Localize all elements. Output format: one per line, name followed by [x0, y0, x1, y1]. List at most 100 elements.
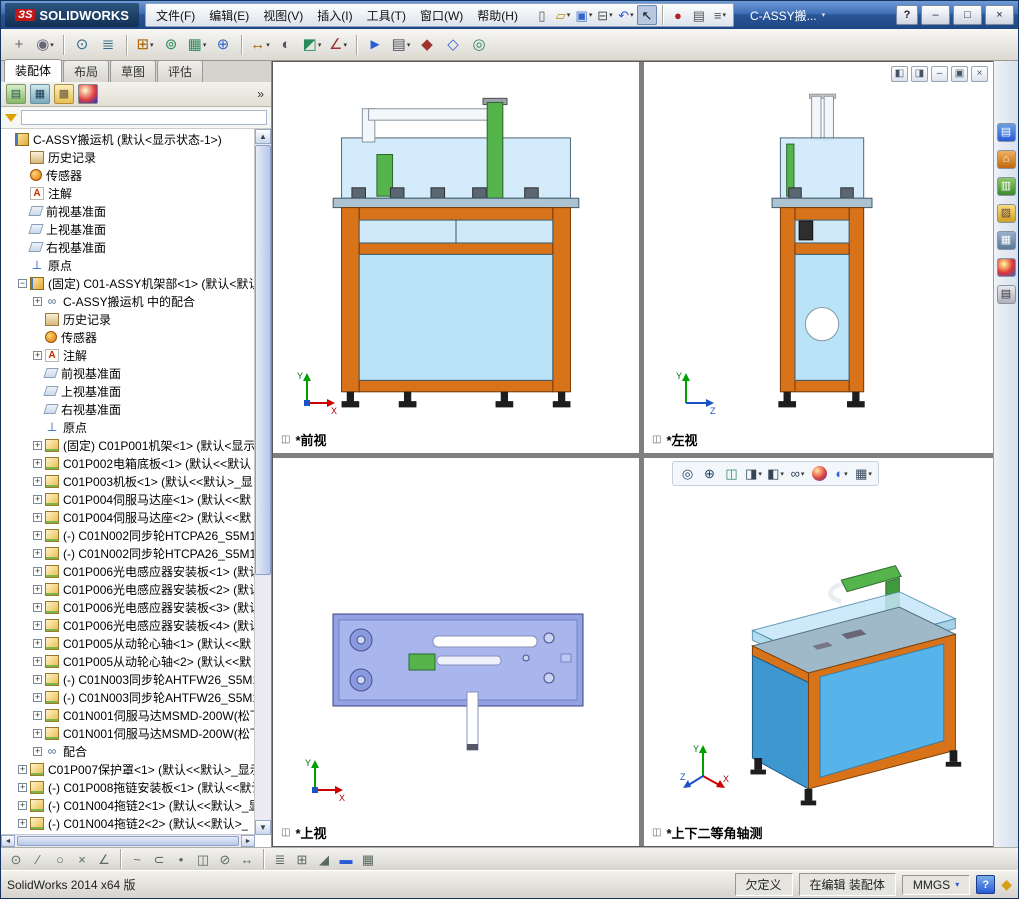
tree-item[interactable]: + (-) C01N004拖链2<1> (默认<<默认>_显 [1, 796, 255, 814]
tree-expander-icon[interactable]: + [33, 710, 42, 720]
mirror-entities-icon[interactable]: ◫ [193, 849, 213, 869]
tree-item[interactable]: + A 注解 [1, 346, 255, 364]
commandmanager-tab[interactable]: 布局 [63, 60, 110, 82]
scroll-left-icon[interactable]: ◄ [1, 835, 15, 847]
menu-item[interactable]: 工具(T) [360, 7, 413, 24]
tree-item[interactable]: A 注解 [1, 184, 255, 202]
commandmanager-tab[interactable]: 装配体 [4, 59, 63, 82]
tree-item[interactable]: 前视基准面 [1, 364, 255, 382]
file-explorer-icon[interactable]: ▨ [996, 204, 1016, 223]
tree-item[interactable]: + C01P003机板<1> (默认<<默认>_显 [1, 472, 255, 490]
scroll-thumb[interactable] [255, 145, 271, 575]
minimize-button[interactable]: – [921, 5, 950, 25]
tree-item[interactable]: 上视基准面 [1, 220, 255, 238]
line-tool-icon[interactable]: ∕ [28, 849, 48, 869]
menu-item[interactable]: 帮助(H) [470, 7, 525, 24]
move-component-icon[interactable]: ↔ ▾ [248, 33, 272, 57]
options-icon[interactable]: ≡ ▾ [710, 5, 730, 25]
rectangle-tool-icon[interactable]: ▬ [336, 849, 356, 869]
tree-item[interactable]: + (-) C01N002同步轮HTCPA26_S5M150_ [1, 526, 255, 544]
tree-expander-icon[interactable]: + [33, 674, 42, 684]
tree-item[interactable]: C-ASSY搬运机 (默认<显示状态-1>) [1, 130, 255, 148]
tree-item[interactable]: + ∞ C-ASSY搬运机 中的配合 [1, 292, 255, 310]
tree-expander-icon[interactable]: + [33, 584, 42, 594]
solidworks-resources-icon[interactable]: ▤ [996, 123, 1016, 142]
tree-expander-icon[interactable]: + [33, 746, 42, 756]
tree-item[interactable]: 上视基准面 [1, 382, 255, 400]
design-table-icon[interactable]: ▦ [358, 849, 378, 869]
tree-item[interactable]: + C01P002电箱底板<1> (默认<<默认 [1, 454, 255, 472]
tree-horizontal-scrollbar[interactable]: ◄ ► [1, 834, 255, 847]
viewport-split-icon[interactable]: ◨ [911, 66, 928, 82]
tree-item[interactable]: + C01P007保护罩<1> (默认<<默认>_显示 [1, 760, 255, 778]
tree-item[interactable]: 前视基准面 [1, 202, 255, 220]
tree-expander-icon[interactable]: + [33, 728, 42, 738]
tree-expander-icon[interactable]: + [33, 494, 42, 504]
menu-item[interactable]: 插入(I) [310, 7, 359, 24]
chevron-down-icon[interactable]: ▾ [822, 11, 826, 19]
tree-item[interactable]: + C01P005从动轮心轴<1> (默认<<默 [1, 634, 255, 652]
hide-show-items-icon[interactable]: ∞ ▾ [788, 464, 807, 483]
tree-vertical-scrollbar[interactable]: ▲ ▼ [254, 129, 271, 835]
display-manager-icon[interactable] [78, 84, 98, 104]
attachments-icon[interactable]: ⊙ [70, 33, 94, 57]
tree-item[interactable]: 传感器 [1, 328, 255, 346]
grid-snap-icon[interactable]: ⊞ [292, 849, 312, 869]
tree-item[interactable]: + C01P006光电感应器安装板<4> (默认 [1, 616, 255, 634]
undo-icon[interactable]: ↶ ▾ [616, 5, 636, 25]
tree-item[interactable]: + C01P004伺服马达座<1> (默认<<默 [1, 490, 255, 508]
circle-tool-icon[interactable]: ○ [50, 849, 70, 869]
scroll-down-icon[interactable]: ▼ [255, 820, 271, 835]
property-manager-icon[interactable]: ▦ [30, 84, 50, 104]
viewport-top[interactable]: Y X ◫ *上视 [273, 458, 639, 846]
tree-item[interactable]: 历史记录 [1, 310, 255, 328]
tree-expander-icon[interactable]: + [18, 764, 27, 774]
point-tool-icon[interactable]: • [171, 849, 191, 869]
arc-tool-icon[interactable]: ⊂ [149, 849, 169, 869]
options-gear-icon[interactable]: ◉ ▾ [33, 33, 57, 57]
smart-fasteners-icon[interactable]: ⊕ [211, 33, 235, 57]
tree-expander-icon[interactable]: + [33, 638, 42, 648]
tree-expander-icon[interactable]: + [18, 800, 27, 810]
design-library-icon[interactable]: ▥ [996, 177, 1016, 196]
viewport-restore-icon[interactable]: ▣ [951, 66, 968, 82]
tree-expander-icon[interactable]: + [33, 296, 42, 306]
exploded-view-icon[interactable]: ◆ [415, 33, 439, 57]
filter-input[interactable] [21, 110, 267, 125]
display-style-icon[interactable]: ◧ ▾ [766, 464, 785, 483]
tree-item[interactable]: 传感器 [1, 166, 255, 184]
viewport-minimize-icon[interactable]: – [931, 66, 948, 82]
new-motion-study-icon[interactable]: ► [363, 33, 387, 57]
apply-scene-icon[interactable]: ◐ ▾ [832, 464, 851, 483]
tree-item[interactable]: + ∞ 配合 [1, 742, 255, 760]
menu-item[interactable]: 视图(V) [256, 7, 310, 24]
home-icon[interactable]: ⌂ [996, 150, 1016, 169]
viewport-left[interactable]: ◧ ◨ – ▣ × Y Z ◫ *左视 [644, 62, 994, 453]
mate-icon[interactable]: ⊚ [159, 33, 183, 57]
tree-item[interactable]: ⊥ 原点 [1, 256, 255, 274]
rebuild-icon[interactable]: ● [668, 5, 688, 25]
smart-select-icon[interactable]: ⊙ [6, 849, 26, 869]
offset-entities-icon[interactable]: ⊘ [215, 849, 235, 869]
tree-item[interactable]: ⊥ 原点 [1, 418, 255, 436]
menu-item[interactable]: 编辑(E) [202, 7, 256, 24]
bill-of-materials-icon[interactable]: ▤ ▾ [389, 33, 413, 57]
scroll-up-icon[interactable]: ▲ [255, 129, 271, 144]
zoom-to-area-icon[interactable]: ⊕ [700, 464, 719, 483]
viewport-isometric[interactable]: ◎ ⊕ ◫ ◨ ▾ ◧ ▾ ∞ ▾ ◐ ▾ ▦ ▾ Y X Z ◫ *上下二等角… [644, 458, 994, 846]
viewport-close-icon[interactable]: × [971, 66, 988, 82]
component-pattern-icon[interactable]: ▦ ▾ [185, 33, 209, 57]
tree-expander-icon[interactable]: + [18, 818, 27, 828]
instant3d-icon[interactable]: ◇ [441, 33, 465, 57]
tree-expander-icon[interactable]: + [33, 566, 42, 576]
tree-item[interactable]: + C01P006光电感应器安装板<1> (默认 [1, 562, 255, 580]
tree-expander-icon[interactable]: + [33, 548, 42, 558]
large-design-review-icon[interactable]: ◎ [467, 33, 491, 57]
tree-item[interactable]: + C01P006光电感应器安装板<2> (默认 [1, 580, 255, 598]
tree-expander-icon[interactable]: + [33, 602, 42, 612]
tree-expander-icon[interactable]: + [33, 620, 42, 630]
filter-funnel-icon[interactable] [5, 113, 17, 122]
tree-expander-icon[interactable]: + [33, 476, 42, 486]
tree-item[interactable]: + (-) C01P008拖链安装板<1> (默认<<默认 [1, 778, 255, 796]
tree-expander-icon[interactable]: + [33, 440, 42, 450]
